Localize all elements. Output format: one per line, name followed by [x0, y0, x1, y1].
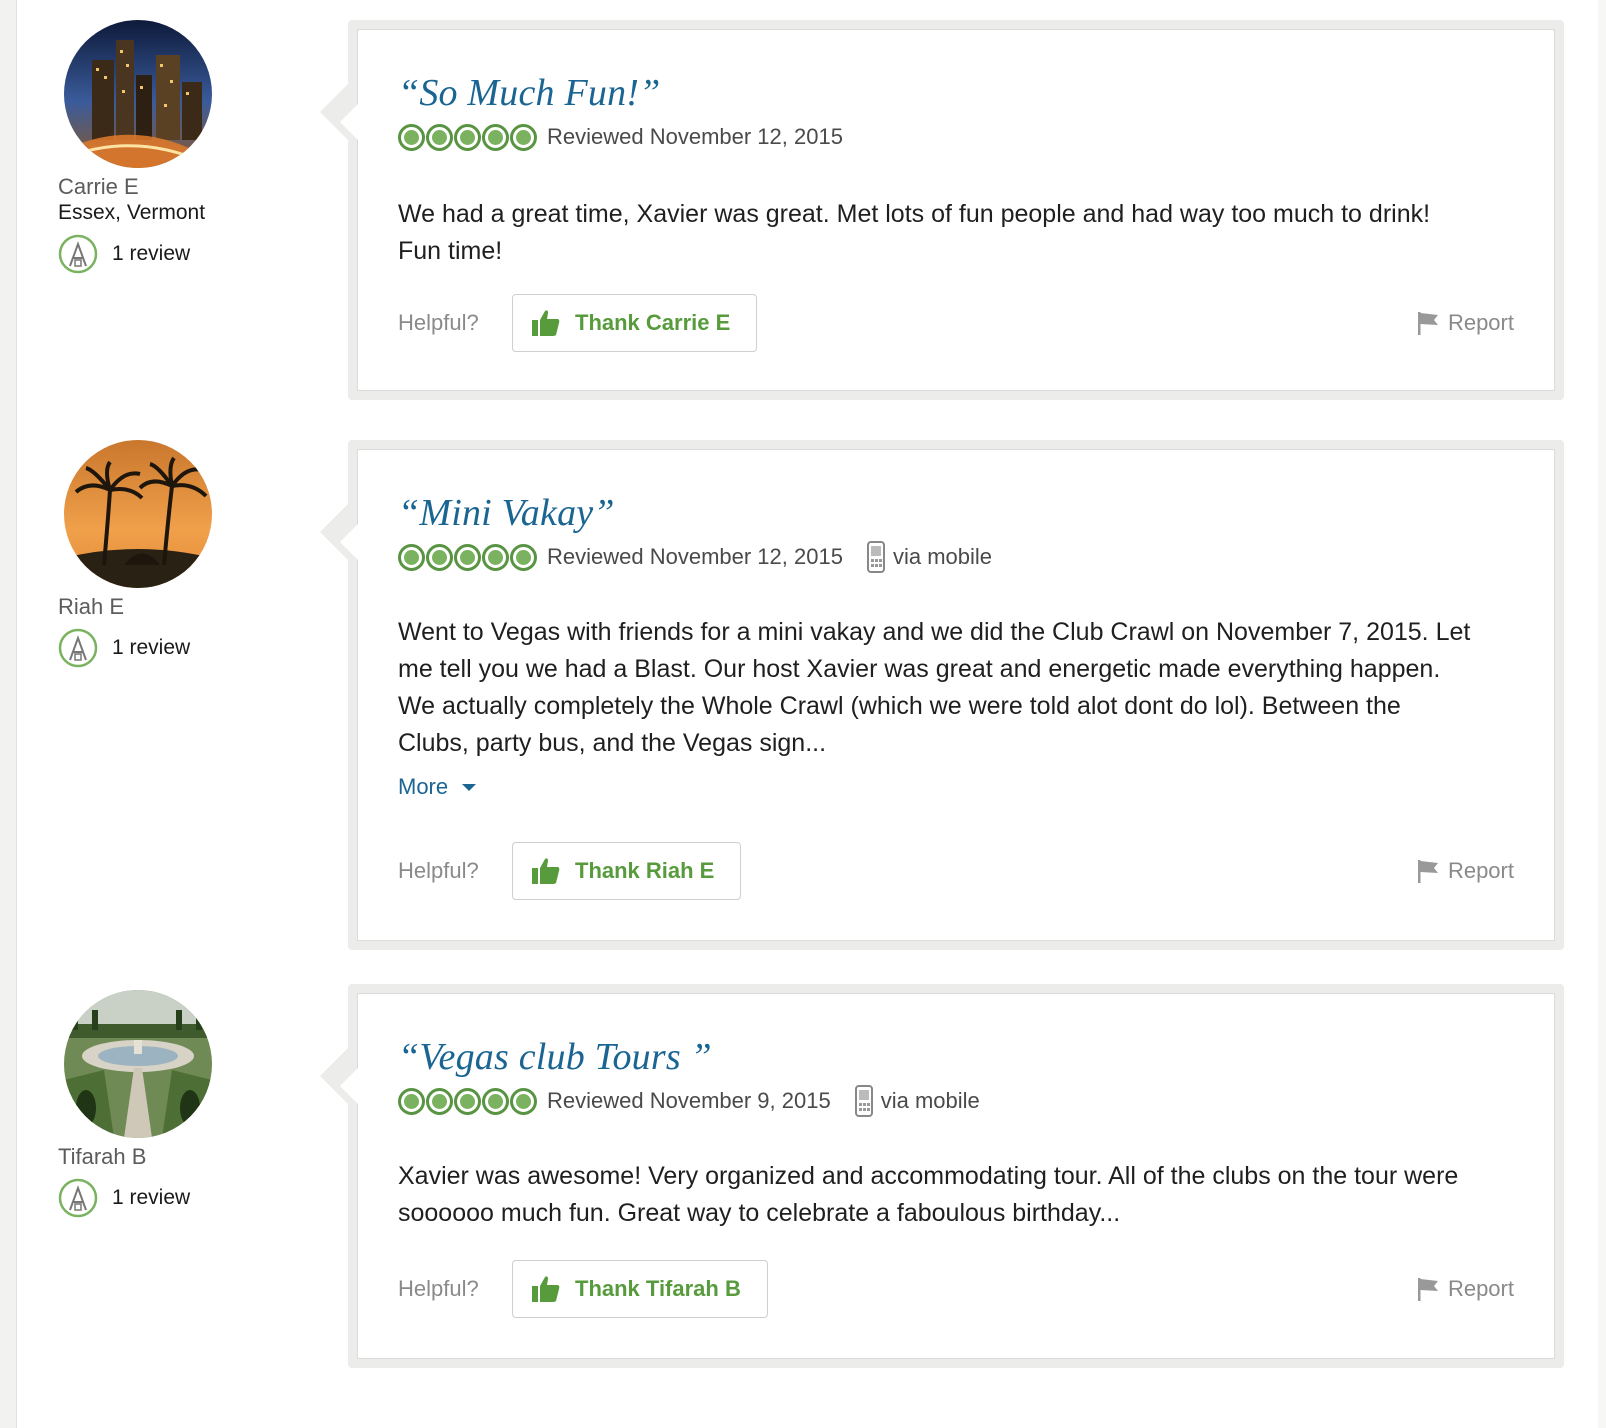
flag-icon [1417, 860, 1438, 883]
thank-button-label: Thank Carrie E [575, 310, 731, 335]
thumbs-up-icon [532, 310, 560, 336]
rating-bubble-icon [454, 1087, 481, 1115]
card-pointer-inner [340, 520, 362, 564]
mobile-phone-icon [854, 1085, 873, 1117]
palm-trees-avatar-image [64, 440, 212, 588]
review-title[interactable]: “Mini Vakay” [398, 490, 1514, 536]
review-count[interactable]: 1 review [112, 636, 190, 660]
rating-bubble-icon [398, 1087, 425, 1115]
thank-button-label: Thank Riah E [575, 858, 715, 883]
report-label: Report [1447, 1276, 1514, 1301]
review-date: Reviewed November 12, 2015 [547, 544, 843, 569]
thumbs-up-icon [532, 858, 560, 884]
rating-bubble-icon [482, 1087, 509, 1115]
report-label: Report [1447, 858, 1514, 883]
review-meta: Reviewed November 12, 2015 [398, 122, 1514, 152]
rating-bubble-icon [454, 123, 481, 151]
reviewer-badge-icon [58, 234, 98, 274]
caret-down-icon [462, 783, 477, 791]
report-link[interactable]: Report [1416, 858, 1514, 884]
member-info: Tifarah B 1 review [58, 990, 318, 1218]
rating-bubbles [398, 1087, 537, 1115]
via-mobile-label: via mobile [880, 1088, 980, 1113]
member-name[interactable]: Tifarah B [58, 1144, 318, 1170]
garden-fountain-avatar-image [64, 990, 212, 1138]
thank-button[interactable]: Thank Carrie E [512, 294, 758, 352]
rating-bubble-icon [454, 543, 481, 571]
avatar[interactable] [64, 20, 212, 168]
more-link[interactable]: More [398, 774, 1514, 800]
review-card: “Mini Vakay” Reviewed November 12, 2015 … [320, 440, 1564, 950]
report-link[interactable]: Report [1416, 310, 1514, 336]
rating-bubble-icon [510, 543, 537, 571]
card-pointer-inner [340, 100, 362, 144]
rating-bubble-icon [482, 123, 509, 151]
member-name[interactable]: Carrie E [58, 174, 318, 200]
review-count[interactable]: 1 review [112, 242, 190, 266]
member-name[interactable]: Riah E [58, 594, 318, 620]
rating-bubbles [398, 543, 537, 571]
review-card: “Vegas club Tours ” Reviewed November 9,… [320, 984, 1564, 1368]
review-title[interactable]: “So Much Fun!” [398, 70, 1514, 116]
review-card-inner: “Mini Vakay” Reviewed November 12, 2015 … [340, 449, 1555, 941]
review-card: “So Much Fun!” Reviewed November 12, 201… [320, 20, 1564, 400]
report-link[interactable]: Report [1416, 1276, 1514, 1302]
avatar[interactable] [64, 440, 212, 588]
reviewer-badge-icon [58, 628, 98, 668]
report-label: Report [1447, 310, 1514, 335]
review-date: Reviewed November 12, 2015 [547, 124, 843, 149]
avatar[interactable] [64, 990, 212, 1138]
review-meta: Reviewed November 12, 2015 via mobile [398, 541, 1514, 573]
left-page-gutter [0, 0, 17, 1428]
review-count-badge: 1 review [58, 234, 318, 274]
rating-bubble-icon [398, 543, 425, 571]
review-actions: Helpful? Thank Carrie E Report [398, 294, 1514, 352]
review-meta: Reviewed November 9, 2015 via mobile [398, 1085, 1514, 1117]
thank-button[interactable]: Thank Tifarah B [512, 1260, 768, 1318]
flag-icon [1417, 312, 1438, 335]
review-date: Reviewed November 9, 2015 [547, 1088, 831, 1113]
reviewer-badge-icon [58, 1178, 98, 1218]
review-card-inner: “So Much Fun!” Reviewed November 12, 201… [340, 29, 1555, 391]
review-title[interactable]: “Vegas club Tours ” [398, 1034, 1514, 1080]
rating-bubble-icon [426, 1087, 453, 1115]
review-body: We had a great time, Xavier was great. M… [398, 200, 1431, 265]
review-actions: Helpful? Thank Riah E Report [398, 842, 1514, 900]
helpful-label: Helpful? [398, 310, 479, 335]
review-body: Xavier was awesome! Very organized and a… [398, 1162, 1459, 1227]
rating-bubble-icon [426, 543, 453, 571]
via-mobile-label: via mobile [892, 544, 992, 569]
rating-bubbles [398, 123, 537, 151]
thank-button-label: Thank Tifarah B [575, 1276, 741, 1301]
review-count[interactable]: 1 review [112, 1186, 190, 1210]
member-info: Carrie E Essex, Vermont 1 review [58, 20, 318, 274]
mobile-phone-icon [866, 541, 885, 573]
thank-button[interactable]: Thank Riah E [512, 842, 742, 900]
flag-icon [1417, 1278, 1438, 1301]
rating-bubble-icon [482, 543, 509, 571]
review-card-inner: “Vegas club Tours ” Reviewed November 9,… [340, 993, 1555, 1359]
rating-bubble-icon [398, 123, 425, 151]
rating-bubble-icon [510, 1087, 537, 1115]
member-info: Riah E 1 review [58, 440, 318, 668]
member-location: Essex, Vermont [58, 201, 206, 224]
review-actions: Helpful? Thank Tifarah B Report [398, 1260, 1514, 1318]
more-label: More [398, 774, 449, 799]
review-count-badge: 1 review [58, 1178, 318, 1218]
city-skyline-avatar-image [64, 20, 212, 168]
rating-bubble-icon [426, 123, 453, 151]
right-page-gutter [1598, 0, 1606, 1428]
review-count-badge: 1 review [58, 628, 318, 668]
helpful-label: Helpful? [398, 858, 479, 883]
review-body: Went to Vegas with friends for a mini va… [398, 618, 1471, 757]
helpful-label: Helpful? [398, 1276, 479, 1301]
card-pointer-inner [340, 1064, 362, 1108]
thumbs-up-icon [532, 1276, 560, 1302]
rating-bubble-icon [510, 123, 537, 151]
